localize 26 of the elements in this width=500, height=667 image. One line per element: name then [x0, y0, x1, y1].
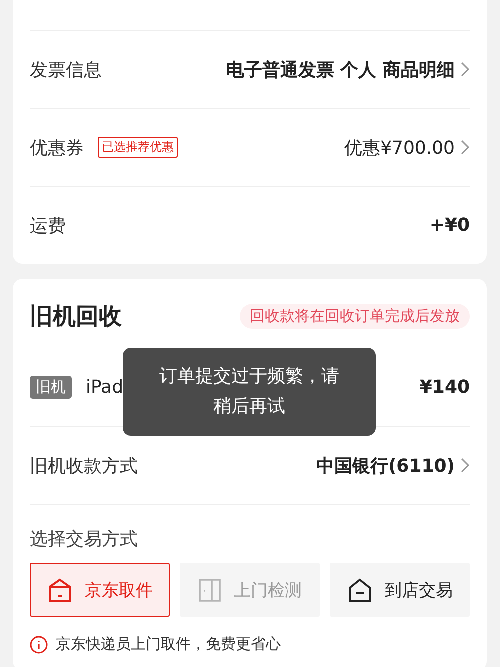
row-value[interactable]: 优惠¥700.00	[344, 136, 455, 160]
row-label: 运费	[30, 214, 66, 238]
tip-text: 京东快递员上门取件，免费更省心	[56, 635, 281, 654]
chevron-right-icon	[461, 140, 470, 155]
notice-badge: 回收款将在回收订单完成后发放	[240, 304, 470, 328]
row-value[interactable]: 中国银行(6110)	[316, 454, 455, 478]
device-tag: 旧机	[30, 376, 72, 399]
device-name: iPad	[86, 377, 124, 398]
door-icon	[198, 577, 222, 603]
row-label: 优惠券	[30, 136, 84, 160]
coupon-tag: 已选推荐优惠	[98, 137, 178, 158]
toast: 订单提交过于频繁，请稍后再试	[123, 348, 376, 436]
info-icon	[30, 636, 48, 654]
device-price: ¥140	[420, 377, 470, 398]
box-icon	[47, 577, 73, 603]
row-value[interactable]: 电子普通发票 个人 商品明细	[226, 58, 455, 82]
method-option[interactable]: 到店交易	[330, 563, 470, 617]
chevron-right-icon	[461, 458, 470, 473]
house-icon	[347, 577, 373, 603]
method-heading: 选择交易方式	[30, 528, 139, 552]
row-label: 旧机收款方式	[30, 454, 138, 478]
row-value: +¥0	[430, 215, 470, 236]
chevron-right-icon	[461, 62, 470, 77]
method-option[interactable]: 京东取件	[30, 563, 170, 617]
row-label: 发票信息	[30, 58, 102, 82]
section-title: 旧机回收	[30, 302, 122, 332]
